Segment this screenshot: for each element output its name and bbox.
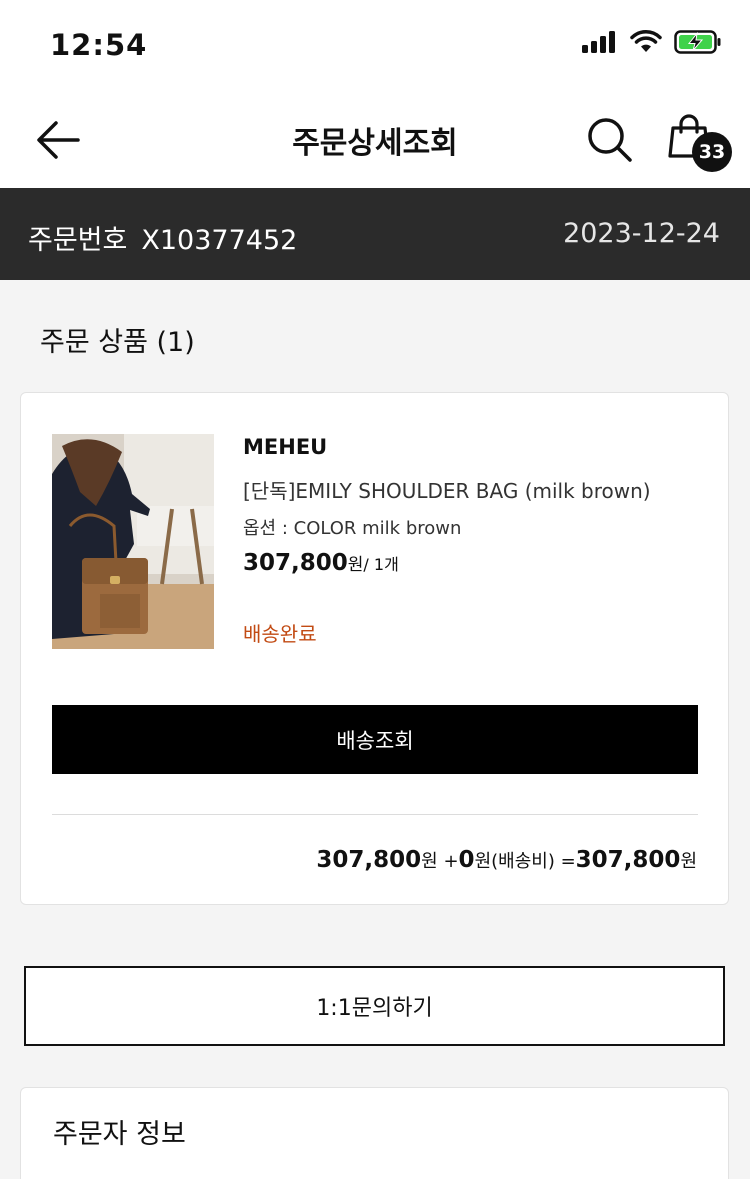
orderer-info-title: 주문자 정보 (53, 1119, 186, 1150)
delivery-status: 배송완료 (243, 622, 317, 646)
order-info-bar: 주문번호 X10377452 2023-12-24 (0, 188, 750, 280)
order-number-label: 주문번호 (28, 225, 128, 256)
order-number-row: 주문번호 X10377452 (28, 218, 297, 257)
order-date: 2023-12-24 (563, 218, 720, 249)
plus-sign: + (437, 851, 459, 872)
order-total-line: 307,800원 +0원(배송비) =307,800원 (316, 847, 697, 873)
product-price-line: 307,800원/ 1개 (243, 550, 399, 576)
divider (52, 814, 698, 815)
product-name[interactable]: [단독]EMILY SHOULDER BAG (milk brown) (243, 475, 651, 504)
item-price-total: 307,800 (316, 847, 422, 873)
search-icon (588, 118, 632, 162)
product-price-unit: 원 (347, 555, 364, 575)
status-icons (582, 30, 722, 54)
product-price: 307,800 (243, 550, 348, 576)
shipping-fee-unit: 원(배송비) (474, 851, 555, 872)
page-title: 주문상세조회 (292, 126, 458, 161)
app-header: 주문상세조회 33 (0, 92, 750, 188)
wifi-icon (630, 30, 662, 52)
equals-sign: = (554, 851, 576, 872)
product-brand: MEHEU (243, 435, 328, 459)
search-button[interactable] (584, 114, 636, 166)
signal-icon (582, 31, 615, 53)
grand-total-unit: 원 (680, 851, 697, 872)
status-bar: 12:54 (0, 0, 750, 92)
shipping-fee: 0 (458, 847, 475, 873)
status-time: 12:54 (50, 28, 148, 62)
product-photo[interactable] (52, 434, 214, 649)
product-card: MEHEU [단독]EMILY SHOULDER BAG (milk brown… (20, 392, 729, 905)
cart-button[interactable]: 33 (664, 112, 736, 174)
one-to-one-inquiry-button[interactable]: 1:1문의하기 (24, 966, 725, 1046)
product-quantity: / 1개 (363, 555, 399, 574)
orderer-info-card: 주문자 정보 (20, 1087, 729, 1179)
ordered-items-title: 주문 상품 (1) (40, 327, 195, 358)
cart-count-badge: 33 (692, 132, 732, 172)
grand-total: 307,800 (575, 847, 681, 873)
product-option: 옵션 : COLOR milk brown (243, 518, 462, 539)
track-delivery-button[interactable]: 배송조회 (52, 705, 698, 774)
battery-icon (674, 30, 721, 54)
item-price-unit: 원 (421, 851, 438, 872)
order-number: X10377452 (141, 225, 298, 256)
